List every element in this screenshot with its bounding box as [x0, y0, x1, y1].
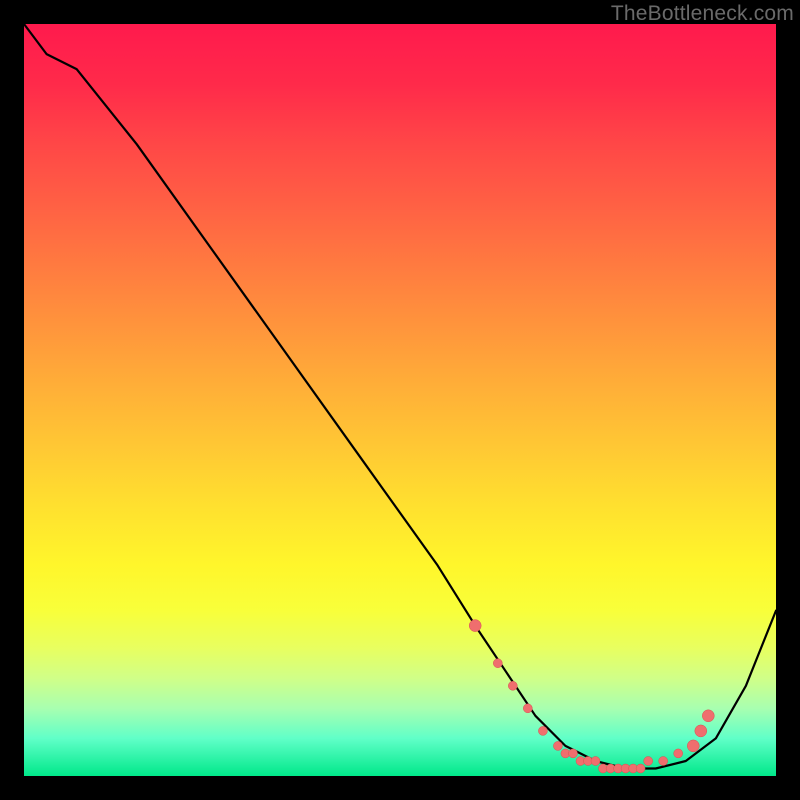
- dot: [469, 620, 481, 632]
- dot: [553, 741, 562, 750]
- dot: [508, 681, 517, 690]
- dot: [687, 740, 699, 752]
- curve-layer: [24, 24, 776, 776]
- dot: [523, 704, 532, 713]
- watermark-text: TheBottleneck.com: [611, 2, 794, 26]
- dot: [538, 726, 547, 735]
- dot: [636, 764, 645, 773]
- bottleneck-curve: [24, 24, 776, 769]
- dot: [493, 659, 502, 668]
- dot: [702, 710, 714, 722]
- dot: [591, 757, 600, 766]
- dot: [674, 749, 683, 758]
- dot: [644, 757, 653, 766]
- chart-frame: TheBottleneck.com: [0, 0, 800, 800]
- dot: [695, 725, 707, 737]
- dot: [569, 749, 578, 758]
- optimal-range-dots: [469, 620, 714, 773]
- dot: [659, 757, 668, 766]
- plot-area: [24, 24, 776, 776]
